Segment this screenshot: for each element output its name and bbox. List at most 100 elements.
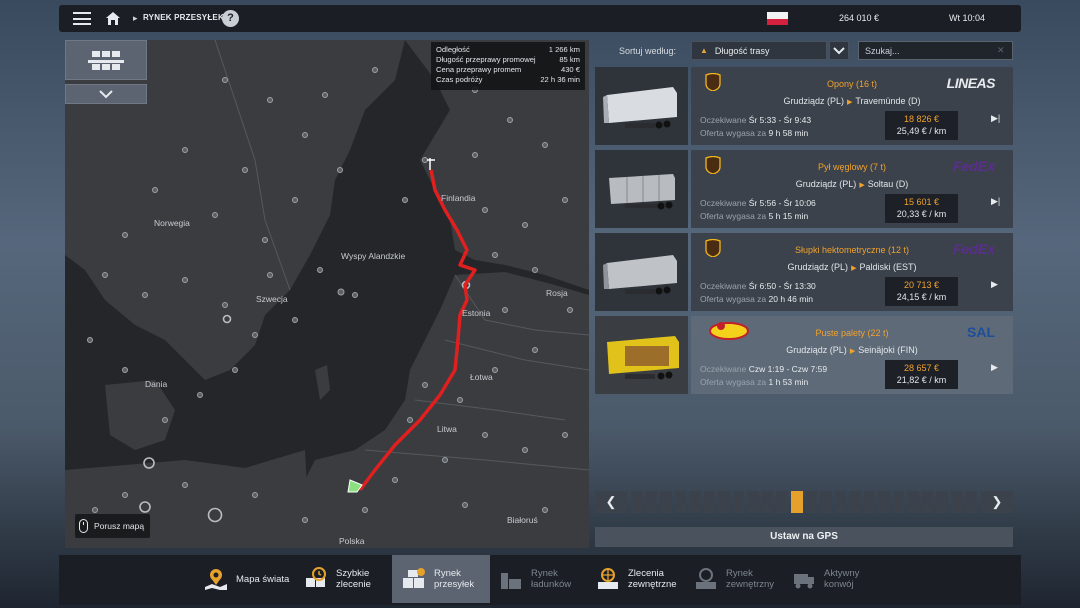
price-box: 18 826 €25,49 € / km — [885, 111, 958, 140]
set-gps-button[interactable]: Ustaw na GPS — [595, 527, 1013, 547]
cargo-market-icon — [403, 568, 425, 588]
page-indicator[interactable] — [834, 491, 847, 513]
trailer-thumbnail — [595, 316, 688, 394]
skip-icon[interactable]: ▶| — [991, 196, 1000, 207]
offer-route: Grudziądz (PL) ▶ Seinäjoki (FIN) — [786, 345, 918, 355]
page-indicator[interactable] — [820, 491, 832, 513]
page-indicator[interactable] — [892, 491, 905, 513]
play-icon[interactable]: ▶ — [991, 279, 998, 290]
clear-search-icon[interactable]: ✕ — [997, 45, 1005, 56]
price-box: 28 657 €21,82 € / km — [885, 360, 958, 389]
sort-label: Sortuj według: — [619, 46, 677, 56]
expand-button[interactable] — [65, 84, 147, 104]
trailer-thumbnail — [595, 150, 688, 228]
page-indicator-current[interactable] — [791, 491, 803, 513]
fleet-button[interactable] — [65, 40, 147, 80]
offer-item[interactable]: LINEAS Opony (16 t) Grudziądz (PL) ▶ Trave… — [595, 67, 1013, 145]
poland-flag-icon — [767, 12, 788, 25]
tab-cargo-market[interactable]: Rynek przesyłek — [392, 555, 490, 603]
page-indicator[interactable] — [921, 491, 934, 513]
sort-select[interactable]: ▲ Długość trasy — [691, 41, 827, 60]
sort-dropdown-button[interactable] — [829, 41, 849, 60]
page-indicator[interactable] — [965, 491, 978, 513]
sort-direction-icon[interactable]: ▲ — [700, 46, 708, 55]
map-label-dania: Dania — [145, 379, 168, 389]
offer-item[interactable]: FedEx Słupki hektometryczne (12 t) Grudz… — [595, 233, 1013, 311]
home-icon[interactable] — [105, 11, 121, 26]
play-icon[interactable]: ▶ — [991, 362, 998, 373]
expected-time: Oczekiwane Śr 5:56 - Śr 10:06 — [700, 198, 816, 208]
pagination: ❮ ❯ — [595, 491, 1013, 513]
map-label-finlandia: Finlandia — [441, 193, 476, 203]
page-indicator[interactable] — [849, 491, 861, 513]
page-indicator[interactable] — [761, 491, 774, 513]
route-map[interactable]: Odległość 1 266 km Długość przeprawy prom… — [65, 40, 589, 548]
game-clock: Wt 10:04 — [949, 13, 986, 23]
route-arrow-icon: ▶ — [859, 182, 865, 189]
cargo-name: Pył węglowy (7 t) — [817, 162, 887, 172]
offer-route: Grudziądz (PL) ▶ Travemünde (D) — [783, 96, 921, 106]
cargo-name: Puste palety (22 t) — [815, 328, 889, 338]
page-indicator[interactable] — [747, 491, 759, 513]
skip-icon[interactable]: ▶| — [991, 113, 1000, 124]
trailer-thumbnail — [595, 233, 688, 311]
trailer-image — [603, 87, 677, 129]
page-indicator[interactable] — [631, 491, 643, 513]
offer-card[interactable]: FedEx Słupki hektometryczne (12 t) Grudz… — [691, 233, 1013, 311]
offer-item[interactable]: FedEx Pył węglowy (7 t) Grudziądz (PL) ▶ S… — [595, 150, 1013, 228]
external-market-icon — [696, 568, 716, 589]
page-indicator[interactable] — [776, 491, 789, 513]
map-label-estonia: Estonia — [462, 308, 491, 318]
page-indicator[interactable] — [936, 491, 949, 513]
map-label-litwa: Litwa — [437, 424, 457, 434]
offer-item-selected[interactable]: SAL Puste palety (22 t) Grudziądz (PL) ▶ S… — [595, 316, 1013, 394]
tab-active-convoy[interactable]: Aktywny konwój — [792, 555, 882, 603]
page-indicator[interactable] — [645, 491, 658, 513]
tab-quick-job[interactable]: Szybkie zlecenie — [304, 555, 386, 603]
page-indicator[interactable] — [703, 491, 716, 513]
trailer-image — [603, 255, 677, 295]
external-contracts-icon — [598, 568, 618, 589]
expected-time: Oczekiwane Śr 5:33 - Śr 9:43 — [700, 115, 812, 125]
cargo-offers-panel: Sortuj według: ▲ Długość trasy ✕ LINEAS … — [595, 40, 1013, 548]
page-indicator[interactable] — [674, 491, 687, 513]
prev-page-button[interactable]: ❮ — [595, 491, 627, 513]
top-bar: ▸ RYNEK PRZESYŁEK ? 264 010 € Wt 10:04 — [59, 5, 1021, 32]
tab-external-contracts[interactable]: Zlecenia zewnętrzne — [596, 555, 686, 603]
page-indicator[interactable] — [732, 491, 745, 513]
next-page-button[interactable]: ❯ — [981, 491, 1013, 513]
freight-market-icon — [501, 573, 521, 589]
page-indicator[interactable] — [878, 491, 890, 513]
route-arrow-icon: ▶ — [851, 265, 857, 272]
expected-time: Oczekiwane Czw 1:19 - Czw 7:59 — [700, 364, 828, 374]
page-indicator[interactable] — [805, 491, 818, 513]
mouse-icon — [79, 519, 88, 533]
map-label-rosja: Rosja — [546, 288, 568, 298]
quick-job-icon — [306, 567, 326, 587]
page-indicator[interactable] — [863, 491, 876, 513]
page-indicator[interactable] — [951, 491, 963, 513]
offer-card[interactable]: SAL Puste palety (22 t) Grudziądz (PL) ▶ S… — [691, 316, 1013, 394]
page-indicator[interactable] — [660, 491, 672, 513]
breadcrumb[interactable]: RYNEK PRZESYŁEK — [143, 13, 224, 22]
map-label-szwecja: Szwecja — [256, 294, 288, 304]
offer-card[interactable]: LINEAS Opony (16 t) Grudziądz (PL) ▶ Trave… — [691, 67, 1013, 145]
search-input[interactable] — [858, 41, 1013, 60]
map-label-bialorus: Białoruś — [507, 515, 538, 525]
page-indicator[interactable] — [689, 491, 701, 513]
map-label-lotwa: Łotwa — [470, 372, 493, 382]
tab-world-map[interactable]: Mapa świata — [204, 555, 294, 603]
offer-expiry: Oferta wygasa za 1 h 53 min — [700, 377, 809, 387]
trailer-image — [609, 174, 675, 210]
trucks-icon — [88, 51, 124, 70]
map-canvas[interactable] — [65, 40, 589, 548]
page-indicator[interactable] — [718, 491, 730, 513]
offer-card[interactable]: FedEx Pył węglowy (7 t) Grudziądz (PL) ▶ S… — [691, 150, 1013, 228]
bottom-nav: Mapa świata Szybkie zlecenie Rynek przes… — [59, 555, 1021, 605]
route-arrow-icon: ▶ — [846, 99, 853, 106]
tab-freight-market[interactable]: Rynek ładunków — [499, 555, 581, 603]
menu-icon[interactable] — [73, 12, 91, 25]
tab-external-market[interactable]: Rynek zewnętrzny — [694, 555, 784, 603]
page-indicator[interactable] — [907, 491, 919, 513]
help-icon[interactable]: ? — [222, 10, 239, 27]
